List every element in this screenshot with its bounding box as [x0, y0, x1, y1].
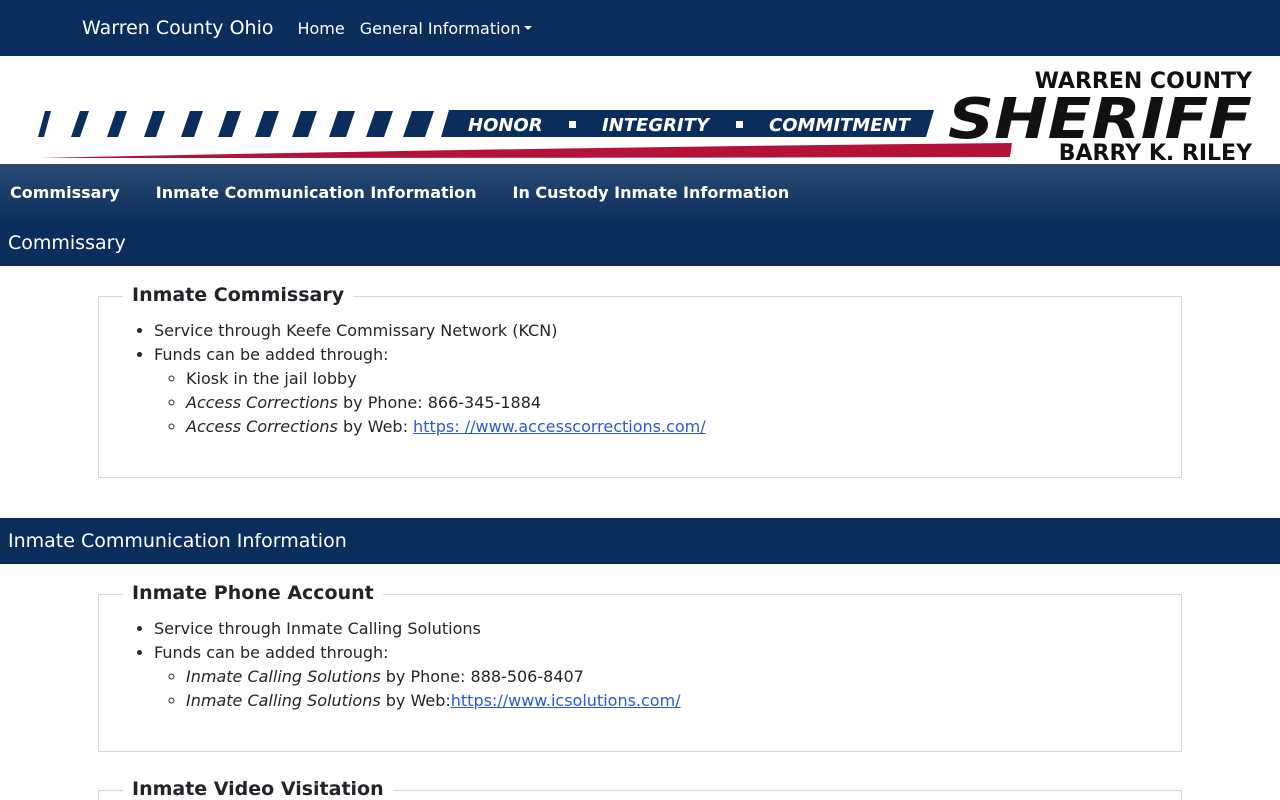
list-item: Funds can be added through: Kiosk in the…	[154, 343, 1181, 439]
logo-barry-k-riley: BARRY K. RILEY	[1059, 141, 1253, 164]
phone-account-list: Service through Inmate Calling Solutions…	[99, 617, 1181, 713]
nav-general-information-dropdown[interactable]: General Information	[360, 19, 533, 38]
list-item: Access Corrections by Phone: 866-345-188…	[186, 391, 1181, 415]
sheriff-banner: HONOR INTEGRITY COMMITMENT WARREN COUNTY…	[0, 56, 1280, 164]
list-item-text: Kiosk in the jail lobby	[186, 369, 357, 388]
list-item: Inmate Calling Solutions by Phone: 888-5…	[186, 665, 1181, 689]
sheriff-logo: WARREN COUNTY SHERIFF BARRY K. RILEY	[948, 69, 1253, 164]
inmate-commissary-legend: Inmate Commissary	[123, 282, 354, 308]
commissary-section-header: Commissary	[0, 220, 1280, 266]
subnav-commissary[interactable]: Commissary	[10, 183, 120, 202]
site-brand-link[interactable]: Warren County Ohio	[82, 17, 273, 39]
nav-home-link[interactable]: Home	[297, 19, 344, 38]
provider-name: Inmate Calling Solutions	[186, 691, 381, 710]
phone-funds-list: Inmate Calling Solutions by Phone: 888-5…	[154, 665, 1181, 713]
inmate-phone-account-legend: Inmate Phone Account	[123, 580, 383, 606]
list-item-text: by Phone: 866-345-1884	[337, 393, 542, 412]
communication-section-header: Inmate Communication Information	[0, 518, 1280, 564]
list-item-text: Service through Inmate Calling Solutions	[154, 619, 481, 638]
list-item-text: Funds can be added through:	[154, 345, 389, 364]
caret-down-icon	[524, 26, 533, 30]
list-item-text: by Phone: 888-506-8407	[380, 667, 584, 686]
nav-general-information-label: General Information	[359, 18, 521, 38]
provider-name: Access Corrections	[186, 417, 338, 436]
banner-graphic: HONOR INTEGRITY COMMITMENT WARREN COUNTY…	[38, 69, 1253, 164]
access-corrections-link[interactable]: https: //www.accesscorrections.com/	[413, 417, 706, 436]
motto-integrity: INTEGRITY	[602, 115, 711, 136]
list-item-text: Funds can be added through:	[154, 643, 389, 662]
inmate-video-visitation-legend: Inmate Video Visitation	[123, 776, 393, 800]
inmate-commissary-fieldset: Inmate Commissary Service through Keefe …	[98, 282, 1182, 478]
inmate-phone-account-body: Service through Inmate Calling Solutions…	[99, 595, 1181, 713]
motto-commitment: COMMITMENT	[769, 115, 912, 136]
subnav-in-custody-inmate[interactable]: In Custody Inmate Information	[513, 183, 790, 202]
top-navbar: Warren County Ohio Home General Informat…	[0, 0, 1280, 56]
list-item: Service through Inmate Calling Solutions	[154, 617, 1181, 641]
commissary-section: Inmate Commissary Service through Keefe …	[0, 266, 1280, 518]
banner-red-swoosh	[40, 143, 1012, 158]
provider-name: Access Corrections	[186, 393, 338, 412]
inmate-commissary-body: Service through Keefe Commissary Network…	[99, 297, 1181, 439]
communication-section: Inmate Phone Account Service through Inm…	[0, 564, 1280, 800]
list-item: Kiosk in the jail lobby	[186, 367, 1181, 391]
list-item-text: Service through Keefe Commissary Network…	[154, 321, 558, 340]
commissary-funds-list: Kiosk in the jail lobby Access Correctio…	[154, 367, 1181, 439]
list-item-text: by Web:	[380, 691, 451, 710]
motto-honor: HONOR	[468, 115, 543, 136]
list-item: Inmate Calling Solutions by Web:https://…	[186, 689, 1181, 713]
inmate-phone-account-fieldset: Inmate Phone Account Service through Inm…	[98, 580, 1182, 752]
list-item-text: by Web:	[337, 417, 414, 436]
motto-separator-2	[736, 121, 743, 128]
list-item: Service through Keefe Commissary Network…	[154, 319, 1181, 343]
list-item: Access Corrections by Web: https: //www.…	[186, 415, 1181, 439]
inmate-video-visitation-fieldset: Inmate Video Visitation	[98, 776, 1182, 800]
icsolutions-link[interactable]: https://www.icsolutions.com/	[451, 691, 681, 710]
motto-separator-1	[569, 121, 576, 128]
list-item: Funds can be added through: Inmate Calli…	[154, 641, 1181, 713]
subnav-inmate-communication[interactable]: Inmate Communication Information	[156, 183, 477, 202]
provider-name: Inmate Calling Solutions	[186, 667, 381, 686]
section-subnav: Commissary Inmate Communication Informat…	[0, 164, 1280, 220]
commissary-list: Service through Keefe Commissary Network…	[99, 319, 1181, 439]
